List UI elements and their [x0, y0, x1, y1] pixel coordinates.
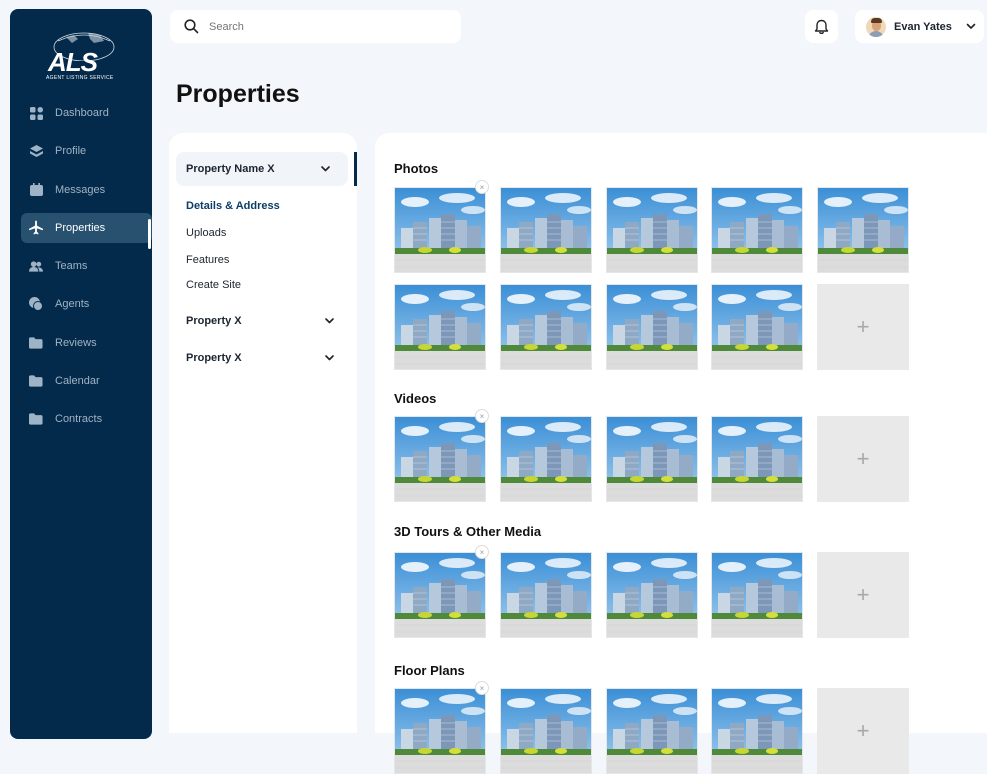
page-title: Properties — [176, 80, 300, 108]
folder-icon — [29, 412, 43, 426]
sidebar-item-label: Teams — [55, 260, 88, 273]
section-title-photos: Photos — [394, 161, 439, 176]
add-3d-tours-button[interactable]: + — [817, 552, 909, 638]
sidebar: ALS AGENT LISTING SERVICE Dashboard Prof… — [10, 9, 152, 739]
photos-thumbnail[interactable] — [500, 187, 592, 273]
sidebar-item-properties[interactable]: Properties — [21, 212, 152, 243]
notifications-button[interactable] — [805, 10, 838, 43]
chevron-down-icon — [325, 318, 334, 324]
search-input[interactable] — [207, 19, 431, 34]
active-nav-indicator — [148, 219, 151, 249]
photos-thumbnail[interactable] — [394, 187, 486, 273]
videos-thumbnail[interactable] — [606, 416, 698, 502]
floor-plans-thumbnail[interactable] — [711, 688, 803, 774]
sidebar-item-label: Contracts — [55, 413, 103, 426]
plus-icon: + — [856, 582, 870, 607]
floor-plans-thumbnail[interactable] — [500, 688, 592, 774]
subnav-uploads[interactable]: Uploads — [186, 227, 226, 239]
sidebar-item-contracts[interactable]: Contracts — [21, 404, 152, 434]
chevron-down-icon — [325, 355, 334, 361]
calendar-icon — [29, 183, 43, 197]
videos-thumbnail[interactable] — [711, 416, 803, 502]
user-name: Evan Yates — [894, 20, 952, 33]
photos-thumbnail[interactable] — [394, 284, 486, 370]
property-subnav: Property Name X Details & Address Upload… — [169, 133, 357, 733]
chevron-down-icon — [966, 23, 976, 29]
sidebar-item-label: Reviews — [55, 336, 97, 349]
3d-tours-thumbnail[interactable] — [394, 552, 486, 638]
sidebar-item-label: Properties — [55, 221, 106, 234]
3d-tours-thumbnail[interactable] — [606, 552, 698, 638]
plane-icon — [29, 220, 43, 235]
search-icon — [184, 19, 199, 34]
sidebar-item-dashboard[interactable]: Dashboard — [21, 98, 152, 128]
sidebar-item-messages[interactable]: Messages — [21, 175, 152, 205]
user-menu[interactable]: Evan Yates — [855, 10, 984, 43]
sidebar-item-profile[interactable]: Profile — [21, 136, 152, 166]
search-bar[interactable] — [170, 10, 461, 43]
logo-subtitle: AGENT LISTING SERVICE — [46, 75, 114, 81]
sidebar-item-agents[interactable]: Agents — [21, 289, 152, 319]
remove-image-button[interactable]: × — [475, 180, 489, 194]
sidebar-item-label: Calendar — [55, 375, 100, 388]
plus-icon: + — [856, 446, 870, 471]
subnav-create-site[interactable]: Create Site — [186, 279, 241, 291]
sidebar-item-label: Messages — [55, 183, 106, 196]
sidebar-item-teams[interactable]: Teams — [21, 251, 152, 281]
plus-icon: + — [856, 718, 870, 743]
sidebar-item-label: Profile — [55, 145, 87, 158]
folder-icon — [29, 374, 43, 388]
3d-tours-thumbnail[interactable] — [500, 552, 592, 638]
add-floor-plans-button[interactable]: + — [817, 688, 909, 774]
add-videos-button[interactable]: + — [817, 416, 909, 502]
add-photos-button[interactable]: + — [817, 284, 909, 370]
photos-thumbnail[interactable] — [711, 284, 803, 370]
section-title-videos: Videos — [394, 391, 437, 406]
sidebar-item-reviews[interactable]: Reviews — [21, 328, 152, 358]
sidebar-nav: Dashboard Profile Messages Properties Te… — [21, 98, 152, 443]
property-label: Property X — [186, 352, 242, 364]
remove-image-button[interactable]: × — [475, 545, 489, 559]
property-dropdown-3[interactable]: Property X — [186, 352, 334, 364]
subnav-details-address[interactable]: Details & Address — [186, 200, 280, 212]
subnav-features[interactable]: Features — [186, 254, 229, 266]
active-property-indicator — [354, 152, 357, 186]
property-dropdown-2[interactable]: Property X — [186, 315, 334, 327]
photos-thumbnail[interactable] — [817, 187, 909, 273]
avatar — [866, 16, 886, 37]
floor-plans-thumbnail[interactable] — [394, 688, 486, 774]
section-title-3d-tours: 3D Tours & Other Media — [394, 524, 542, 539]
floor-plans-thumbnail[interactable] — [606, 688, 698, 774]
property-label: Property X — [186, 315, 242, 327]
people-icon — [29, 259, 43, 273]
videos-thumbnail[interactable] — [500, 416, 592, 502]
sidebar-item-calendar[interactable]: Calendar — [21, 366, 152, 396]
3d-tours-thumbnail[interactable] — [711, 552, 803, 638]
media-panel: Photos Videos 3D Tours & Other Media Flo… — [375, 133, 987, 774]
remove-image-button[interactable]: × — [475, 681, 489, 695]
section-title-floor-plans: Floor Plans — [394, 663, 465, 678]
bell-icon — [814, 19, 829, 34]
folder-icon — [29, 336, 43, 350]
property-dropdown[interactable]: Property Name X — [176, 152, 348, 186]
photos-thumbnail[interactable] — [606, 187, 698, 273]
logo-text: ALS — [48, 47, 98, 77]
sidebar-item-label: Agents — [55, 298, 90, 311]
plus-icon: + — [856, 314, 870, 339]
grid-icon — [29, 106, 43, 120]
photos-thumbnail[interactable] — [500, 284, 592, 370]
photos-thumbnail[interactable] — [606, 284, 698, 370]
chevron-down-icon — [321, 166, 330, 172]
videos-thumbnail[interactable] — [394, 416, 486, 502]
chat-icon — [29, 297, 43, 312]
als-logo[interactable]: ALS AGENT LISTING SERVICE — [44, 27, 118, 81]
layers-icon — [29, 144, 43, 158]
property-name: Property Name X — [186, 163, 275, 175]
remove-image-button[interactable]: × — [475, 409, 489, 423]
sidebar-item-label: Dashboard — [55, 107, 109, 119]
photos-thumbnail[interactable] — [711, 187, 803, 273]
